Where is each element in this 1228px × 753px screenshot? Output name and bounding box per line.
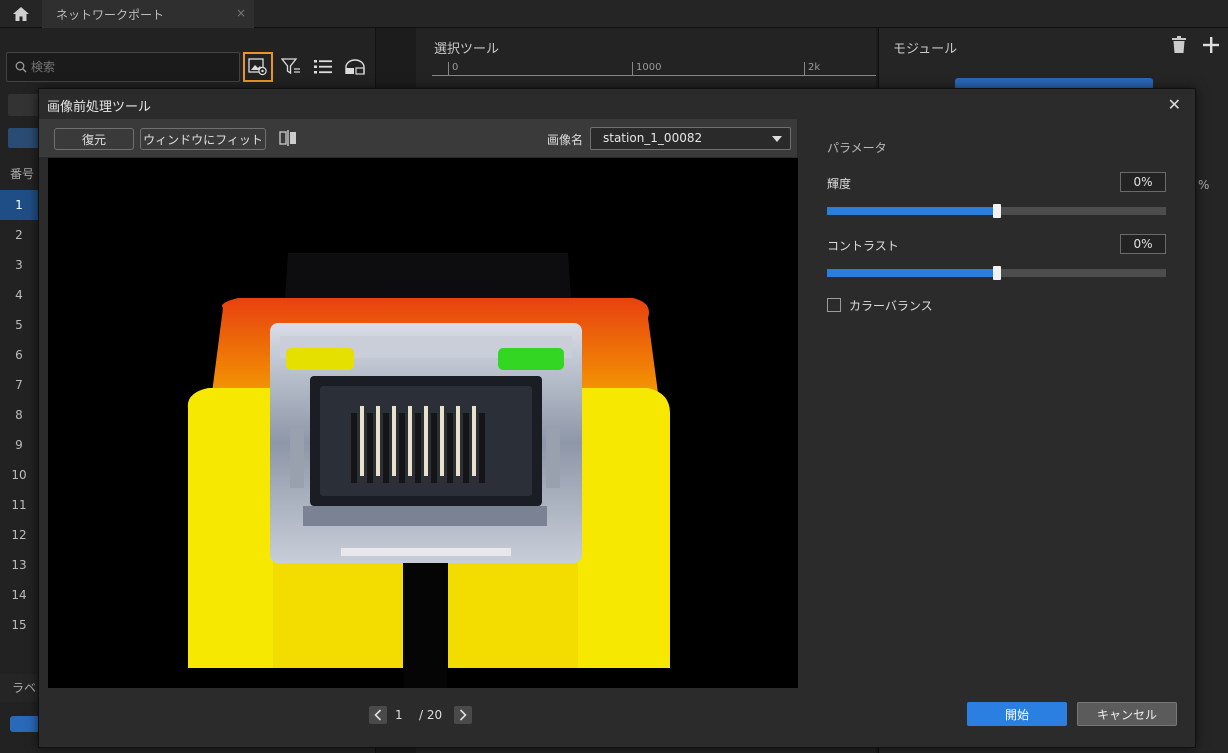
total-pages: / 20 <box>419 708 443 722</box>
slider-thumb[interactable] <box>993 266 1001 280</box>
table-row[interactable]: 9 <box>0 430 38 460</box>
timeline-ruler: 0 1000 2k <box>432 62 876 76</box>
table-row[interactable]: 4 <box>0 280 38 310</box>
brightness-label: 輝度 <box>827 177 852 191</box>
table-row[interactable]: 14 <box>0 580 38 610</box>
table-row[interactable]: 12 <box>0 520 38 550</box>
image-preprocess-dialog: 画像前処理ツール ✕ 復元 ウィンドウにフィット 画像名 station_1_0… <box>38 88 1196 748</box>
prev-page-button[interactable] <box>369 706 387 724</box>
dialog-header: 画像前処理ツール ✕ <box>39 89 1195 119</box>
image-name-select[interactable]: station_1_00082 <box>590 127 791 150</box>
tab-label: ネットワークポート <box>56 7 165 22</box>
table-row[interactable]: 15 <box>0 610 38 640</box>
image-viewer[interactable] <box>48 158 798 688</box>
chevron-right-icon <box>460 709 467 721</box>
table-row[interactable]: 5 <box>0 310 38 340</box>
close-icon[interactable]: ✕ <box>1168 95 1181 114</box>
table-header-number: 番号 <box>10 167 35 181</box>
table-row[interactable]: 13 <box>0 550 38 580</box>
current-page[interactable]: 1 <box>395 708 415 722</box>
filter-icon <box>281 58 300 75</box>
viewer-toolbar: 復元 ウィンドウにフィット 画像名 station_1_00082 <box>39 119 797 157</box>
tab-bar: ネットワークポート × <box>0 0 1228 28</box>
brightness-value-input[interactable]: 0% <box>1120 172 1166 192</box>
tab-labels[interactable]: ラベ <box>0 674 40 702</box>
search-box <box>6 52 240 82</box>
trash-icon[interactable] <box>1171 36 1187 54</box>
table-row[interactable]: 3 <box>0 250 38 280</box>
dialog-title: 画像前処理ツール <box>47 100 152 115</box>
image-settings-icon <box>248 58 267 76</box>
image-name-label: 画像名 <box>547 133 584 147</box>
label-chip[interactable] <box>10 716 40 732</box>
table-row[interactable]: 7 <box>0 370 38 400</box>
camera-button[interactable] <box>340 52 370 82</box>
search-icon <box>15 61 27 73</box>
slider-thumb[interactable] <box>993 204 1001 218</box>
list-view-button[interactable] <box>308 52 338 82</box>
chevron-down-icon <box>772 136 782 142</box>
table-row[interactable]: 10 <box>0 460 38 490</box>
contrast-label: コントラスト <box>827 239 899 253</box>
pager: 1 / 20 <box>369 705 473 725</box>
slider-fill <box>827 269 997 277</box>
ruler-tick: 1000 <box>632 62 661 76</box>
parameters-title: パラメータ <box>827 141 887 155</box>
camera-icon <box>345 59 365 75</box>
slider-fill <box>827 207 997 215</box>
plus-icon[interactable] <box>1203 37 1219 53</box>
next-page-button[interactable] <box>454 706 473 724</box>
table-row[interactable]: 6 <box>0 340 38 370</box>
cancel-button[interactable]: キャンセル <box>1077 702 1177 726</box>
home-icon <box>13 7 29 21</box>
filter-button[interactable] <box>276 52 306 82</box>
close-tab-icon[interactable]: × <box>236 6 246 20</box>
image-name-value: station_1_00082 <box>603 131 703 145</box>
app-window: ネットワークポート × 番号 123456789101112131415 ラベ … <box>0 0 1228 753</box>
search-input[interactable] <box>31 60 221 74</box>
chevron-left-icon <box>374 709 382 721</box>
panel-title-module: モジュール <box>893 42 958 57</box>
color-balance-checkbox[interactable] <box>827 298 841 312</box>
tab-network-port[interactable]: ネットワークポート × <box>42 0 254 28</box>
image-preprocess-button[interactable] <box>243 52 273 82</box>
restore-button[interactable]: 復元 <box>54 128 134 150</box>
ethernet-port-image <box>48 158 798 688</box>
brightness-slider[interactable] <box>827 204 1166 218</box>
list-icon <box>314 60 332 74</box>
table-row[interactable]: 2 <box>0 220 38 250</box>
table-row[interactable]: 1 <box>0 190 38 220</box>
table-row[interactable]: 8 <box>0 400 38 430</box>
fit-window-button[interactable]: ウィンドウにフィット <box>140 128 266 150</box>
edge-percent-text: % <box>1198 178 1210 192</box>
contrast-value-input[interactable]: 0% <box>1120 234 1166 254</box>
home-button[interactable] <box>0 0 42 28</box>
panel-title-select-tool: 選択ツール <box>434 42 500 57</box>
contrast-slider[interactable] <box>827 266 1166 280</box>
ruler-tick: 2k <box>804 62 820 76</box>
start-button[interactable]: 開始 <box>967 702 1067 726</box>
ruler-tick: 0 <box>448 62 458 76</box>
color-balance-label: カラーバランス <box>849 299 933 313</box>
table-row[interactable]: 11 <box>0 490 38 520</box>
split-view-icon[interactable] <box>279 130 297 146</box>
